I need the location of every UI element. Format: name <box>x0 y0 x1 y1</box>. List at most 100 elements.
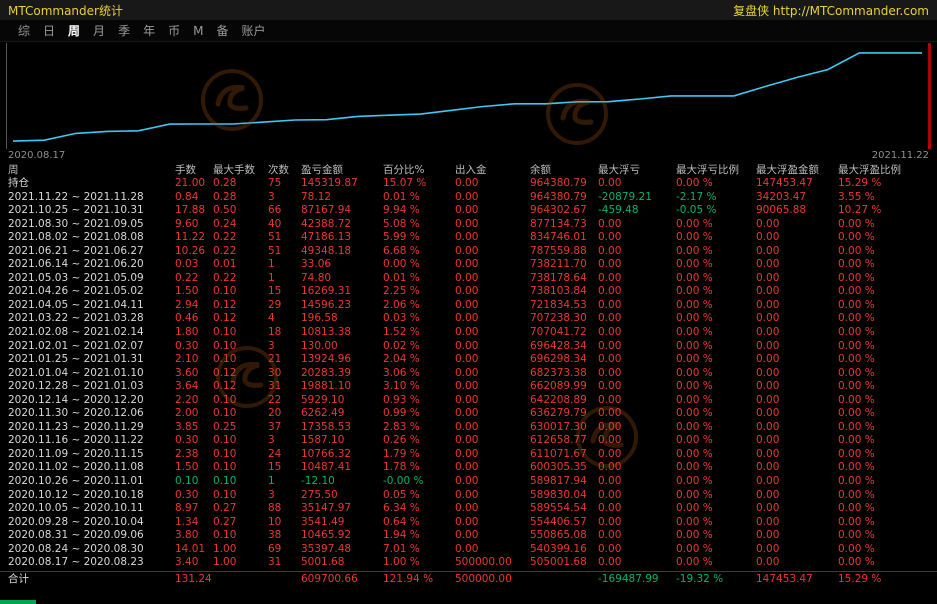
menu-item-5[interactable]: 年 <box>143 22 155 39</box>
value-cell: 0.01 % <box>383 191 455 205</box>
chart-date-range: 2020.08.17 2021.11.22 <box>8 150 929 163</box>
table-row[interactable]: 2020.08.31 ~ 2020.09.063.800.103810465.9… <box>0 529 937 543</box>
table-row[interactable]: 2021.01.25 ~ 2021.01.312.100.102113924.9… <box>0 353 937 367</box>
table-row[interactable]: 2020.11.09 ~ 2020.11.152.380.102410766.3… <box>0 448 937 462</box>
value-cell: -0.05 % <box>676 204 756 218</box>
value-cell: 0.10 <box>213 448 268 462</box>
menu-item-8[interactable]: 备 <box>216 22 228 39</box>
table-row[interactable]: 2020.10.26 ~ 2020.11.010.100.101-12.10-0… <box>0 475 937 489</box>
table-row[interactable]: 2021.04.05 ~ 2021.04.112.940.122914596.2… <box>0 299 937 313</box>
period-cell: 2020.08.31 ~ 2020.09.06 <box>8 529 175 543</box>
menu-item-4[interactable]: 季 <box>118 22 130 39</box>
value-cell: 275.50 <box>301 489 383 503</box>
value-cell: 0.00 <box>756 258 838 272</box>
value-cell: 0.00 % <box>676 326 756 340</box>
value-cell: 147453.47 <box>756 177 838 191</box>
value-cell: 0.00 <box>598 502 676 516</box>
value-cell: 9.94 % <box>383 204 455 218</box>
value-cell: 636279.79 <box>530 407 598 421</box>
table-row[interactable]: 2020.12.28 ~ 2021.01.033.640.123119881.1… <box>0 380 937 394</box>
table-row[interactable]: 2020.09.28 ~ 2020.10.041.340.27103541.49… <box>0 516 937 530</box>
value-cell: 0.00 % <box>838 448 937 462</box>
value-cell: -459.48 <box>598 204 676 218</box>
table-row[interactable]: 2020.11.02 ~ 2020.11.081.500.101510487.4… <box>0 461 937 475</box>
value-cell: 15.29 % <box>838 177 937 191</box>
value-cell: 0.00 % <box>676 231 756 245</box>
table-row[interactable]: 2021.01.04 ~ 2021.01.103.600.123020283.3… <box>0 367 937 381</box>
value-cell: 13924.96 <box>301 353 383 367</box>
menu-item-2[interactable]: 周 <box>68 22 80 39</box>
value-cell: 662089.99 <box>530 380 598 394</box>
value-cell: 0.00 <box>756 218 838 232</box>
table-row[interactable]: 2020.10.12 ~ 2020.10.180.300.103275.500.… <box>0 489 937 503</box>
value-cell: 707238.30 <box>530 312 598 326</box>
menu-item-6[interactable]: 币 <box>168 22 180 39</box>
value-cell: 0.24 <box>213 218 268 232</box>
value-cell: 0.00 <box>598 285 676 299</box>
value-cell: 31 <box>268 380 301 394</box>
value-cell: 0.00 <box>455 434 530 448</box>
table-row[interactable]: 2021.04.26 ~ 2021.05.021.500.101516269.3… <box>0 285 937 299</box>
value-cell: 0.46 <box>175 312 213 326</box>
table-row[interactable]: 2021.08.02 ~ 2021.08.0811.220.225147186.… <box>0 231 937 245</box>
value-cell: 0.00 <box>756 421 838 435</box>
value-cell <box>268 572 301 586</box>
value-cell: 0.00 <box>455 272 530 286</box>
value-cell: 87167.94 <box>301 204 383 218</box>
value-cell: 0.22 <box>213 272 268 286</box>
period-cell: 2020.10.05 ~ 2020.10.11 <box>8 502 175 516</box>
table-row[interactable]: 2021.06.21 ~ 2021.06.2710.260.225149348.… <box>0 245 937 259</box>
table-row[interactable]: 2020.10.05 ~ 2020.10.118.970.278835147.9… <box>0 502 937 516</box>
total-row[interactable]: 合计131.24609700.66121.94 %500000.00-16948… <box>0 571 937 586</box>
value-cell: 7.01 % <box>383 543 455 557</box>
value-cell: 0.00 <box>598 543 676 557</box>
value-cell: 0.00 <box>455 285 530 299</box>
period-cell: 2021.08.30 ~ 2021.09.05 <box>8 218 175 232</box>
value-cell: 0.00 <box>455 326 530 340</box>
value-cell: -19.32 % <box>676 572 756 586</box>
table-row[interactable]: 2020.11.16 ~ 2020.11.220.300.1031587.100… <box>0 434 937 448</box>
menu-item-9[interactable]: 账户 <box>241 22 265 39</box>
value-cell: 0.10 <box>213 340 268 354</box>
value-cell: 0.00 % <box>676 421 756 435</box>
equity-curve <box>7 44 928 148</box>
menu-item-7[interactable]: M <box>193 24 203 38</box>
table-row[interactable]: 2021.11.22 ~ 2021.11.280.840.28378.120.0… <box>0 191 937 205</box>
value-cell: 0.01 % <box>383 272 455 286</box>
value-cell: 0.00 % <box>838 245 937 259</box>
menu-item-1[interactable]: 日 <box>43 22 55 39</box>
table-row[interactable]: 2021.10.25 ~ 2021.10.3117.880.506687167.… <box>0 204 937 218</box>
table-row[interactable]: 2020.11.23 ~ 2020.11.293.850.253717358.5… <box>0 421 937 435</box>
value-cell: 15 <box>268 461 301 475</box>
period-cell: 2021.01.04 ~ 2021.01.10 <box>8 367 175 381</box>
value-cell: 0.00 % <box>838 529 937 543</box>
table-row[interactable]: 2021.08.30 ~ 2021.09.059.600.244042388.7… <box>0 218 937 232</box>
value-cell: 0.00 <box>598 326 676 340</box>
table-row[interactable]: 2021.05.03 ~ 2021.05.090.220.22174.800.0… <box>0 272 937 286</box>
value-cell: 505001.68 <box>530 556 598 570</box>
value-cell: 1.94 % <box>383 529 455 543</box>
value-cell: 0.00 <box>598 258 676 272</box>
menu-item-0[interactable]: 综 <box>18 22 30 39</box>
value-cell: 0.00 % <box>838 556 937 570</box>
table-row[interactable]: 2020.11.30 ~ 2020.12.062.000.10206262.49… <box>0 407 937 421</box>
value-cell: 0.10 <box>213 394 268 408</box>
table-row[interactable]: 2021.03.22 ~ 2021.03.280.460.124196.580.… <box>0 312 937 326</box>
table-row[interactable]: 2021.02.01 ~ 2021.02.070.300.103130.000.… <box>0 340 937 354</box>
table-row[interactable]: 2020.08.17 ~ 2020.08.233.401.00315001.68… <box>0 556 937 570</box>
table-row[interactable]: 2020.08.24 ~ 2020.08.3014.011.006935397.… <box>0 543 937 557</box>
table-row[interactable]: 2021.02.08 ~ 2021.02.141.800.101810813.3… <box>0 326 937 340</box>
period-cell: 2020.11.23 ~ 2020.11.29 <box>8 421 175 435</box>
menu-item-3[interactable]: 月 <box>93 22 105 39</box>
value-cell: 3.55 % <box>838 191 937 205</box>
table-row[interactable]: 2020.12.14 ~ 2020.12.202.200.10225929.10… <box>0 394 937 408</box>
table-row[interactable]: 2021.06.14 ~ 2021.06.200.030.01133.060.0… <box>0 258 937 272</box>
value-cell: 74.80 <box>301 272 383 286</box>
value-cell: 0.27 <box>213 516 268 530</box>
value-cell: 0.00 <box>598 231 676 245</box>
value-cell: 0.00 % <box>676 177 756 191</box>
value-cell: 3541.49 <box>301 516 383 530</box>
value-cell: 589554.54 <box>530 502 598 516</box>
table-row[interactable]: 持仓21.000.2875145319.8715.07 %0.00964380.… <box>0 177 937 191</box>
value-cell: 0.00 % <box>838 380 937 394</box>
